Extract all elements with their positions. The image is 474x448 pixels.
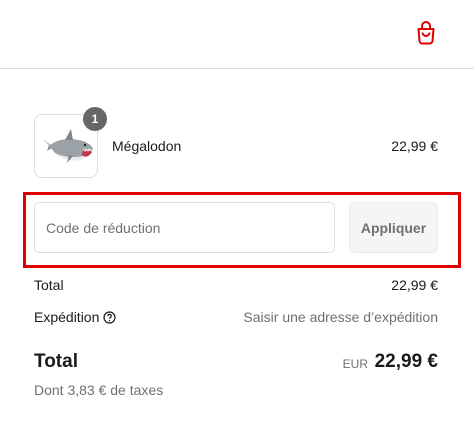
taxes-note: Dont 3,83 € de taxes	[34, 382, 164, 398]
shipping-label: Expédition	[34, 309, 100, 325]
discount-code-input[interactable]	[34, 202, 335, 253]
currency-code: EUR	[342, 357, 368, 371]
cart-line-item: 1 Mégalodon 22,99 €	[34, 107, 438, 178]
subtotal-value: 22,99 €	[391, 277, 438, 293]
shopping-bag-icon[interactable]	[414, 20, 438, 46]
shark-figurine-image	[43, 129, 93, 163]
question-circle-icon[interactable]	[103, 311, 116, 324]
total-row: Total EUR 22,99 €	[34, 351, 438, 375]
subtotal-row: Total 22,99 €	[34, 277, 438, 295]
shipping-label-group: Expédition	[34, 309, 116, 325]
subtotal-label: Total	[34, 277, 64, 293]
shipping-value: Saisir une adresse d’expédition	[243, 309, 438, 325]
apply-discount-button[interactable]: Appliquer	[349, 202, 438, 253]
quantity-badge: 1	[83, 107, 107, 131]
total-amount: 22,99 €	[374, 351, 438, 372]
product-name: Mégalodon	[112, 138, 182, 154]
shipping-row: Expédition Saisir une adresse d’expéditi…	[34, 309, 438, 327]
product-price: 22,99 €	[391, 138, 438, 154]
product-thumbnail: 1	[34, 107, 107, 178]
total-label: Total	[34, 351, 78, 372]
store-header	[0, 0, 474, 69]
